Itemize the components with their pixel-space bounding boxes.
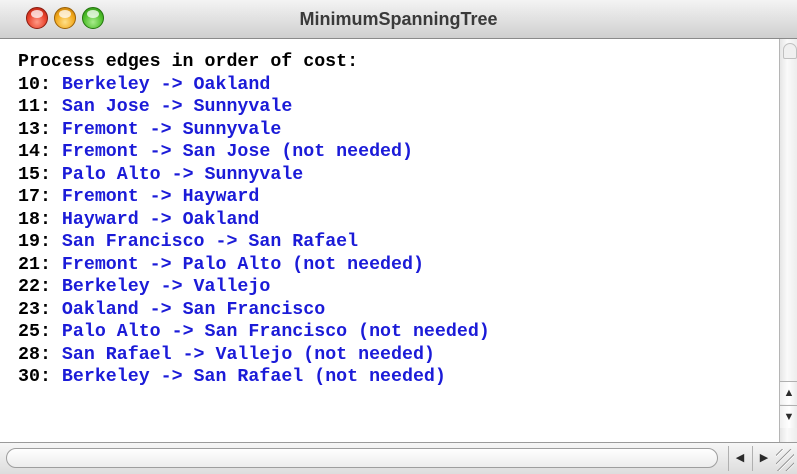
edge-cost: 15: — [18, 164, 51, 185]
edge-cost: 25: — [18, 322, 51, 342]
console-line: 15: Palo Alto -> Sunnyvale — [18, 164, 490, 187]
edge-cost: 21: — [18, 254, 51, 275]
console-lines: Process edges in order of cost: 10: Berk… — [18, 51, 490, 389]
edge-text: Palo Alto -> Sunnyvale — [61, 164, 304, 185]
console-line: 30: Berkeley -> San Rafael (not needed) — [18, 366, 490, 389]
edge-cost: 28: — [18, 344, 51, 365]
window-title: MinimumSpanningTree — [299, 9, 498, 29]
console-line: 25: Palo Alto -> San Francisco (not need… — [18, 321, 490, 344]
edge-text: Palo Alto -> San Francisco (not needed) — [61, 322, 490, 342]
edge-text: San Jose -> Sunnyvale — [61, 97, 293, 117]
edge-cost: 22: — [18, 277, 51, 297]
vertical-scrollbar[interactable]: ▲ ▼ — [779, 39, 797, 442]
console-line: 10: Berkeley -> Oakland — [18, 74, 490, 97]
arrow-right-icon[interactable]: ▶ — [752, 446, 775, 471]
edge-text: Berkeley -> Oakland — [61, 74, 271, 95]
app-window: MinimumSpanningTree Process edges in ord… — [0, 0, 797, 474]
edge-text: San Rafael -> Vallejo (not needed) — [61, 344, 435, 365]
console-line: 23: Oakland -> San Francisco — [18, 299, 490, 322]
edge-cost: 23: — [18, 299, 51, 320]
console-output[interactable]: Process edges in order of cost: 10: Berk… — [0, 39, 779, 442]
edge-text: Oakland -> San Francisco — [61, 299, 326, 320]
console-header: Process edges in order of cost: — [18, 52, 359, 72]
edge-text: Fremont -> Hayward — [61, 187, 260, 207]
edge-text: Berkeley -> San Rafael (not needed) — [61, 367, 446, 387]
edge-cost: 17: — [18, 187, 51, 207]
console-line: 28: San Rafael -> Vallejo (not needed) — [18, 344, 490, 367]
arrow-up-icon[interactable]: ▲ — [780, 381, 797, 404]
console-line: 18: Hayward -> Oakland — [18, 209, 490, 232]
edge-text: Fremont -> San Jose (not needed) — [61, 142, 413, 162]
console-line: 13: Fremont -> Sunnyvale — [18, 119, 490, 142]
edge-cost: 18: — [18, 209, 51, 230]
console-line: 19: San Francisco -> San Rafael — [18, 231, 490, 254]
edge-cost: 10: — [18, 74, 51, 95]
edge-cost: 19: — [18, 232, 51, 252]
console-line: 17: Fremont -> Hayward — [18, 186, 490, 209]
edge-cost: 13: — [18, 119, 51, 140]
edge-text: Hayward -> Oakland — [61, 209, 260, 230]
console-line: 22: Berkeley -> Vallejo — [18, 276, 490, 299]
console-line: 11: San Jose -> Sunnyvale — [18, 96, 490, 119]
arrow-down-icon[interactable]: ▼ — [780, 405, 797, 428]
console-line: 21: Fremont -> Palo Alto (not needed) — [18, 254, 490, 277]
horizontal-scrollbar[interactable]: ◀ ▶ — [0, 442, 797, 474]
edge-text: Fremont -> Palo Alto (not needed) — [61, 254, 424, 275]
console-line: 14: Fremont -> San Jose (not needed) — [18, 141, 490, 164]
edge-text: Berkeley -> Vallejo — [61, 277, 271, 297]
edge-text: Fremont -> Sunnyvale — [61, 119, 282, 140]
arrow-left-icon[interactable]: ◀ — [728, 446, 751, 471]
title-bar[interactable]: MinimumSpanningTree — [0, 0, 797, 39]
scroll-track-cap — [783, 43, 797, 59]
edge-text: San Francisco -> San Rafael — [61, 232, 359, 252]
horizontal-scroll-track[interactable] — [6, 448, 718, 468]
resize-grip-icon[interactable] — [776, 449, 794, 471]
edge-cost: 11: — [18, 97, 51, 117]
edge-cost: 14: — [18, 142, 51, 162]
edge-cost: 30: — [18, 367, 51, 387]
